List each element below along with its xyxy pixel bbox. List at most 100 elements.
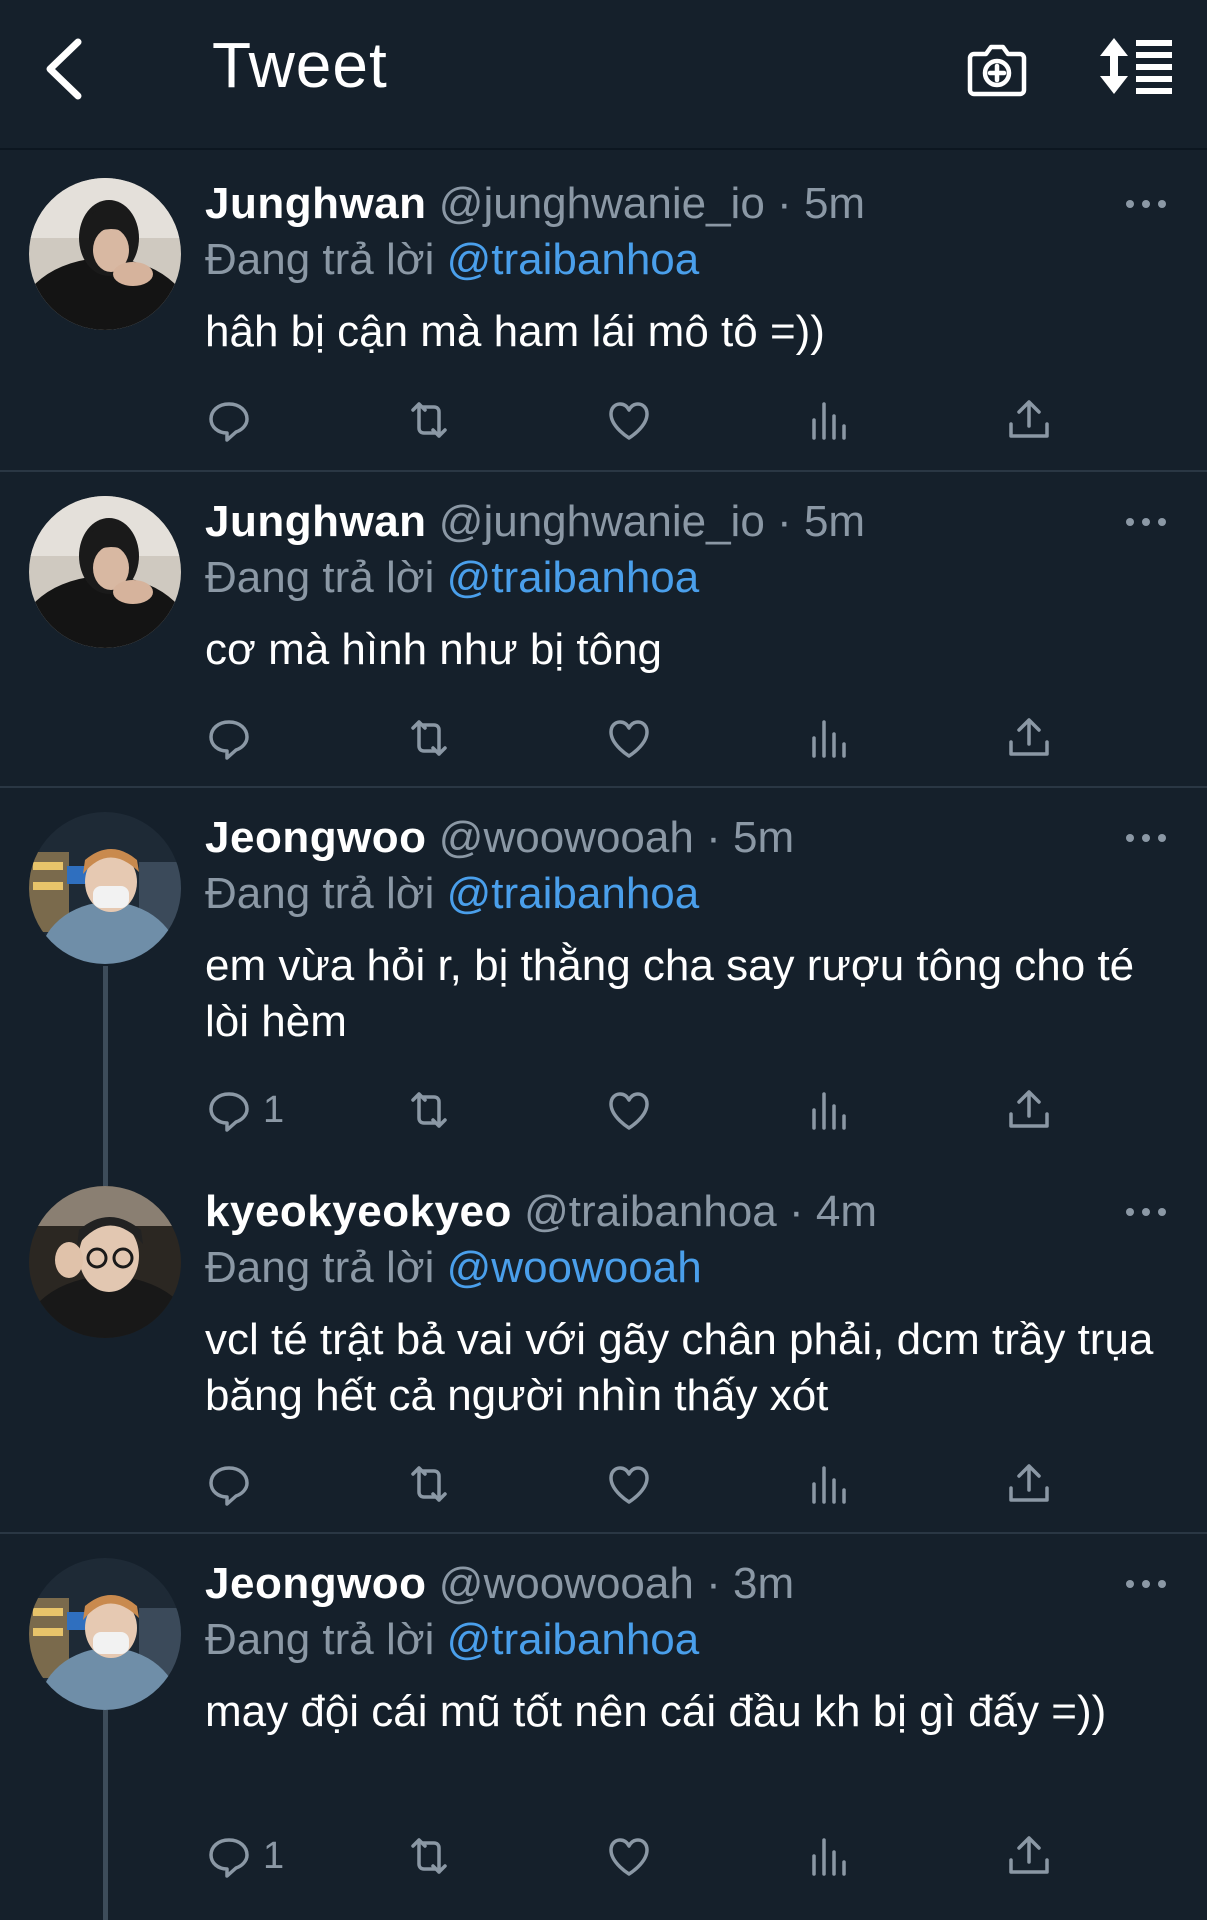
user-handle: @junghwanie_io (438, 497, 765, 546)
like-button[interactable] (605, 392, 653, 448)
display-name[interactable]: Junghwan (205, 179, 427, 228)
user-handle: @woowooah (438, 813, 694, 862)
share-button[interactable] (1005, 1456, 1053, 1512)
avatar[interactable] (29, 496, 181, 648)
tweet-actions: 1 (205, 1082, 1065, 1138)
analytics-icon (812, 1466, 846, 1504)
page-title: Tweet (212, 29, 388, 101)
reply-icon (209, 1466, 249, 1506)
mention-link[interactable]: @traibanhoa (447, 869, 700, 918)
reply-button[interactable]: 1 (205, 1082, 284, 1138)
like-icon (609, 402, 649, 440)
avatar-junghwan-image (29, 178, 181, 330)
retweet-icon (411, 402, 447, 438)
tweet-text: hâh bị cận mà ham lái mô tô =)) (205, 307, 825, 356)
share-button[interactable] (1005, 1828, 1053, 1884)
sort-button[interactable] (1100, 38, 1174, 94)
analytics-button[interactable] (805, 710, 853, 766)
replying-to: Đang trả lời @traibanhoa (205, 232, 699, 288)
reply-button[interactable] (205, 710, 263, 766)
share-icon (1009, 400, 1049, 438)
reply-button[interactable]: 1 (205, 1828, 284, 1884)
retweet-button[interactable] (405, 1456, 453, 1512)
display-name[interactable]: Junghwan (205, 497, 427, 546)
tweet-thread-screen: Tweet Junghwan @junghwanie_io · 5m Đang … (0, 0, 1207, 1920)
separator-dot: · (788, 1187, 804, 1236)
analytics-button[interactable] (805, 392, 853, 448)
like-button[interactable] (605, 710, 653, 766)
reply-button[interactable] (205, 1456, 263, 1512)
reply-icon (209, 1838, 249, 1878)
tweet-actions (205, 710, 1065, 766)
tweet-actions (205, 392, 1065, 448)
tweet-actions (205, 1456, 1065, 1512)
more-options-icon[interactable] (1124, 514, 1168, 530)
share-button[interactable] (1005, 392, 1053, 448)
replying-to: Đang trả lời @traibanhoa (205, 1612, 699, 1668)
replying-to-label: Đang trả lời (205, 553, 435, 602)
avatar-kyeokyeokyeo-image (29, 1186, 181, 1338)
analytics-button[interactable] (805, 1456, 853, 1512)
more-options-icon[interactable] (1124, 196, 1168, 212)
tweet-item[interactable]: Junghwan @junghwanie_io · 5m Đang trả lờ… (0, 150, 1207, 472)
avatar[interactable] (29, 1186, 181, 1338)
replying-to: Đang trả lời @traibanhoa (205, 866, 699, 922)
mention-link[interactable]: @traibanhoa (447, 1615, 700, 1664)
avatar-jeongwoo-image (29, 1558, 181, 1710)
replying-to: Đang trả lời @traibanhoa (205, 550, 699, 606)
display-name[interactable]: Jeongwoo (205, 813, 427, 862)
more-options-icon[interactable] (1124, 1576, 1168, 1592)
tweet-text: cơ mà hình như bị tông (205, 625, 663, 674)
retweet-button[interactable] (405, 1828, 453, 1884)
reply-button[interactable] (205, 392, 263, 448)
tweet-text: may đội cái mũ tốt nên cái đầu kh bị gì … (205, 1687, 1107, 1736)
like-icon (609, 1092, 649, 1130)
tweet-header: Jeongwoo @woowooah · 3m (205, 1556, 794, 1612)
avatar[interactable] (29, 812, 181, 964)
like-icon (609, 1466, 649, 1504)
mention-link[interactable]: @woowooah (447, 1243, 702, 1292)
tweet-item[interactable]: kyeokyeokyeo @traibanhoa · 4m Đang trả l… (0, 1162, 1207, 1534)
analytics-icon (812, 402, 846, 440)
user-handle: @traibanhoa (524, 1187, 777, 1236)
display-name[interactable]: Jeongwoo (205, 1559, 427, 1608)
share-button[interactable] (1005, 710, 1053, 766)
tweet-item[interactable]: Junghwan @junghwanie_io · 5m Đang trả lờ… (0, 472, 1207, 788)
tweet-item[interactable]: Jeongwoo @woowooah · 5m Đang trả lời @tr… (0, 788, 1207, 1162)
avatar[interactable] (29, 1558, 181, 1710)
analytics-button[interactable] (805, 1828, 853, 1884)
share-button[interactable] (1005, 1082, 1053, 1138)
mention-link[interactable]: @traibanhoa (447, 235, 700, 284)
reply-icon (209, 402, 249, 442)
tweet-item[interactable]: Jeongwoo @woowooah · 3m Đang trả lời @tr… (0, 1534, 1207, 1920)
timestamp: 5m (803, 179, 866, 228)
timestamp: 5m (732, 813, 795, 862)
more-options-icon[interactable] (1124, 1204, 1168, 1220)
retweet-icon (411, 1092, 447, 1128)
mention-link[interactable]: @traibanhoa (447, 553, 700, 602)
like-button[interactable] (605, 1456, 653, 1512)
display-name[interactable]: kyeokyeokyeo (205, 1187, 512, 1236)
retweet-button[interactable] (405, 710, 453, 766)
timestamp: 5m (803, 497, 866, 546)
replying-to-label: Đang trả lời (205, 1243, 435, 1292)
camera-button[interactable] (966, 38, 1028, 100)
sort-icon (1100, 38, 1172, 94)
avatar[interactable] (29, 178, 181, 330)
retweet-button[interactable] (405, 392, 453, 448)
share-icon (1009, 1090, 1049, 1128)
more-options-icon[interactable] (1124, 830, 1168, 846)
timestamp: 4m (815, 1187, 877, 1236)
avatar-junghwan-image (29, 496, 181, 648)
retweet-icon (411, 720, 447, 756)
back-button[interactable] (40, 36, 90, 102)
analytics-button[interactable] (805, 1082, 853, 1138)
like-button[interactable] (605, 1082, 653, 1138)
separator-dot: · (777, 179, 792, 228)
retweet-button[interactable] (405, 1082, 453, 1138)
analytics-icon (812, 1092, 846, 1130)
retweet-icon (411, 1466, 447, 1502)
separator-dot: · (777, 497, 792, 546)
like-button[interactable] (605, 1828, 653, 1884)
retweet-icon (411, 1838, 447, 1874)
